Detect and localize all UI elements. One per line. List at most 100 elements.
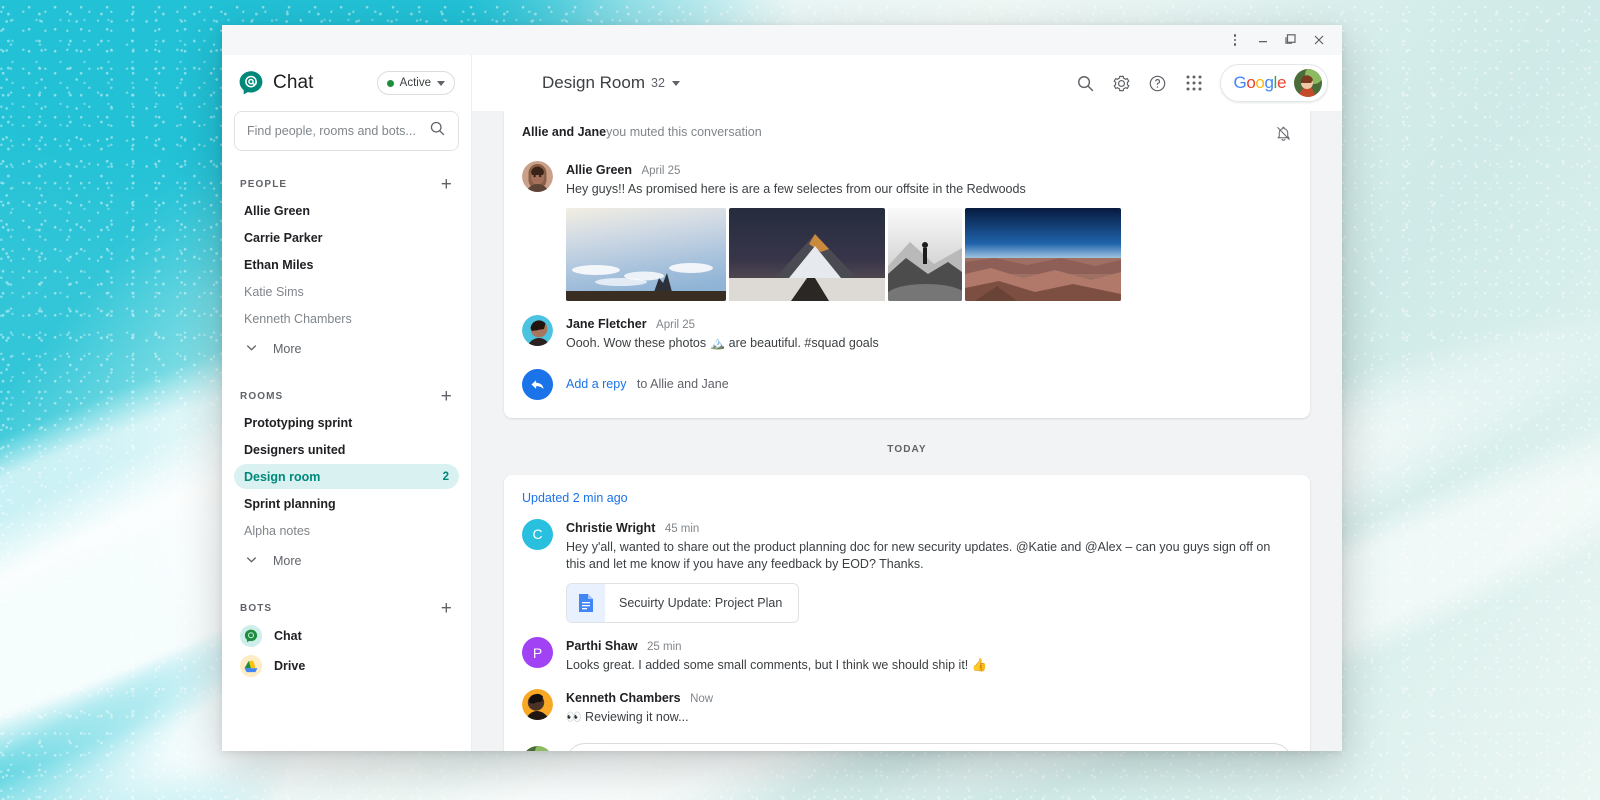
add-reply-target: to Allie and Jane [637,377,729,391]
message-text: Hey y'all, wanted to share out the produ… [566,539,1292,575]
minimize-icon[interactable] [1250,28,1276,52]
rooms-more-button[interactable]: More [234,547,459,575]
sidebar-item-sprint-planning[interactable]: Sprint planning [234,491,459,516]
sidebar-item-kenneth-chambers[interactable]: Kenneth Chambers [234,306,459,331]
message-time: April 25 [641,165,680,177]
people-more-label: More [273,342,301,356]
plus-icon[interactable]: + [441,387,453,406]
message-author: Allie Green [566,163,632,177]
sidebar-item-label: Katie Sims [244,285,304,299]
window-titlebar [222,25,1342,55]
sidebar-item-label: Sprint planning [244,497,336,511]
restore-icon[interactable] [1278,28,1304,52]
photo-grand-canyon[interactable] [965,208,1121,301]
sidebar-item-label: Kenneth Chambers [244,312,352,326]
photo-snowy-mountain-road[interactable] [729,208,885,301]
page-title: Design Room [542,73,645,93]
unread-badge: 2 [443,471,449,483]
gear-icon[interactable] [1106,67,1138,99]
people-more-button[interactable]: More [234,335,459,363]
search-icon[interactable] [1070,67,1102,99]
message-text: Oooh. Wow these photos 🏔️ are beautiful.… [566,335,1292,353]
google-account-pill[interactable]: Google [1220,64,1328,102]
photo-black-white-hiker[interactable] [888,208,962,301]
sidebar-item-label: Allie Green [244,204,310,218]
sidebar-item-ethan-miles[interactable]: Ethan Miles [234,252,459,277]
doc-attachment-name: Secuirty Update: Project Plan [605,596,798,610]
add-reply-link[interactable]: Add a repy [566,377,626,391]
message-time: 25 min [647,641,682,653]
member-count: 32 [651,76,665,90]
message-row: Allie Green April 25 Hey guys!! As promi… [522,161,1292,301]
bot-label: Drive [274,659,305,673]
apps-grid-icon[interactable] [1178,67,1210,99]
message-time: 45 min [665,523,700,535]
reply-arrow-icon[interactable] [522,369,553,400]
sidebar-item-design-room[interactable]: Design room 2 [234,464,459,489]
message-author: Parthi Shaw [566,639,638,653]
message-scroll-area[interactable]: Allie and Janeyou muted this conversatio… [472,111,1342,751]
sidebar-item-chat-bot[interactable]: Chat [234,623,459,649]
status-dot [387,80,394,87]
main-panel: Design Room 32 [472,55,1342,751]
avatar[interactable]: P [522,637,553,668]
message-text: 👀 Reviewing it now... [566,709,1292,727]
avatar[interactable] [522,161,553,192]
sidebar-item-label: Alpha notes [244,524,310,538]
avatar[interactable]: C [522,519,553,550]
search-input[interactable] [247,124,423,138]
send-icon[interactable] [1258,750,1277,752]
chevron-down-icon [437,81,445,86]
message-text: Looks great. I added some small comments… [566,657,1292,675]
close-icon[interactable] [1306,28,1332,52]
chevron-down-icon[interactable] [672,81,680,86]
emoji-icon[interactable] [1227,750,1245,751]
header-actions: Google [1070,64,1328,102]
avatar[interactable] [522,746,553,751]
sidebar-item-allie-green[interactable]: Allie Green [234,198,459,223]
sidebar-item-carrie-parker[interactable]: Carrie Parker [234,225,459,250]
plus-icon[interactable]: + [441,175,453,194]
message-composer: Hey guys. This is looking really good [522,743,1292,752]
avatar-initial: P [533,645,542,661]
status-pill[interactable]: Active [377,71,455,95]
bot-label: Chat [274,629,302,643]
avatar[interactable] [522,315,553,346]
message-row: Jane Fletcher April 25 Oooh. Wow these p… [522,315,1292,353]
muted-label: you muted this conversation [606,125,762,139]
sidebar-item-label: Ethan Miles [244,258,313,272]
thread-card-muted: Allie and Janeyou muted this conversatio… [504,111,1310,418]
composer-box[interactable]: Hey guys. This is looking really good [566,743,1292,752]
sidebar-item-alpha-notes[interactable]: Alpha notes [234,518,459,543]
add-reply-row[interactable]: Add a repy to Allie and Jane [522,369,1292,400]
drive-bot-icon [240,655,262,677]
google-letter: g [1264,73,1273,92]
avatar[interactable] [1294,69,1322,97]
sidebar-item-prototyping-sprint[interactable]: Prototyping sprint [234,410,459,435]
photo-desert-butte[interactable] [566,208,726,301]
brand-row: Chat Active [234,55,459,111]
sidebar-item-drive-bot[interactable]: Drive [234,653,459,679]
section-title-bots: BOTS [240,603,272,614]
room-header: Design Room 32 [472,55,1342,111]
message-author: Jane Fletcher [566,317,647,331]
status-label: Active [400,77,431,89]
message-text: Hey guys!! As promised here is are a few… [566,181,1292,199]
avatar[interactable] [522,689,553,720]
plus-icon[interactable]: + [441,599,453,618]
more-vert-icon[interactable] [1222,28,1248,52]
search-box[interactable] [234,111,459,151]
doc-attachment[interactable]: Secuirty Update: Project Plan [566,583,799,623]
search-icon[interactable] [429,120,446,142]
avatar-initial: C [532,526,542,542]
photo-attachment-row [566,208,1292,301]
rooms-more-label: More [273,554,301,568]
sidebar-item-katie-sims[interactable]: Katie Sims [234,279,459,304]
muted-notice: Allie and Janeyou muted this conversatio… [522,125,1292,147]
help-icon[interactable] [1142,67,1174,99]
sidebar-item-designers-united[interactable]: Designers united [234,437,459,462]
message-author: Christie Wright [566,521,655,535]
chevron-down-icon [244,340,259,358]
bell-off-icon[interactable] [1275,125,1292,147]
paperclip-icon[interactable] [1197,751,1214,752]
